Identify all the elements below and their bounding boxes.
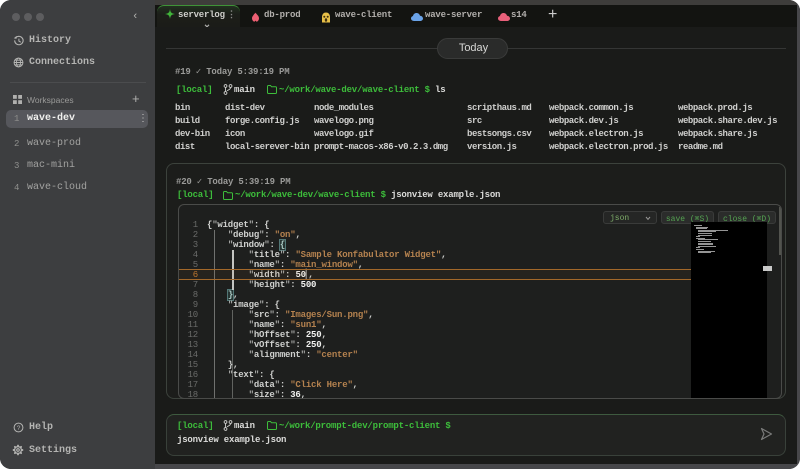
svg-text:?: ? bbox=[17, 425, 21, 432]
